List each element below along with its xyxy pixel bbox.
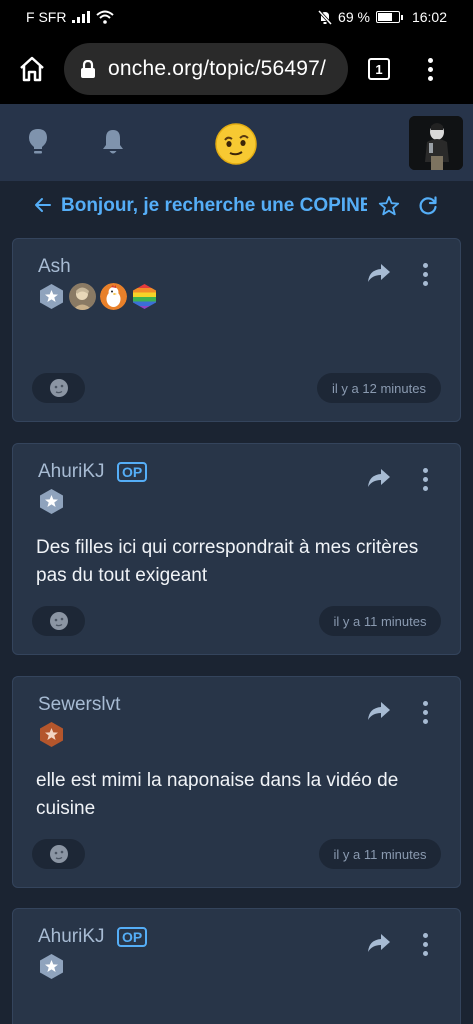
post-menu-button[interactable] [423,263,428,286]
status-left: F SFR [26,9,115,25]
signal-icon [72,11,91,23]
badge-row [38,953,65,980]
smiley-icon [49,379,68,397]
silver-star-badge [38,953,65,980]
rainbow-badge [131,283,158,310]
status-bar: F SFR 69 % 16:02 [0,0,473,34]
tabs-button[interactable]: 1 [368,58,390,80]
share-icon[interactable] [367,701,391,721]
post-timestamp: il y a 11 minutes [319,839,441,869]
silver-star-badge [38,488,65,515]
clock: 16:02 [411,9,447,25]
topic-bar: Bonjour, je recherche une COPINE [0,182,473,232]
post-menu-button[interactable] [423,701,428,724]
badge-row [38,721,65,748]
refresh-icon[interactable] [417,195,439,217]
bell-icon[interactable] [101,128,125,156]
back-arrow-icon[interactable] [34,196,52,214]
url-bar[interactable]: onche.org/topic/56497/ [64,43,348,95]
lightbulb-icon[interactable] [27,128,49,156]
avatar-badge [69,283,96,310]
post-timestamp: il y a 12 minutes [317,373,441,403]
reaction-button[interactable] [32,373,85,403]
url-text: onche.org/topic/56497/ [108,57,327,80]
post-card: AhuriKJ OP [12,908,461,1024]
star-icon[interactable] [378,195,400,217]
op-badge: OP [117,462,148,482]
onche-logo[interactable] [214,122,258,166]
browser-menu-button[interactable] [428,57,433,81]
chicken-badge [100,283,127,310]
post-card: Sewerslvt elle est mimi la naponaise dan… [12,676,461,888]
bronze-star-badge [38,721,65,748]
smiley-icon [49,845,68,863]
post-menu-button[interactable] [423,468,428,491]
post-body: Des filles ici qui correspondrait à mes … [36,537,419,586]
home-button[interactable] [14,51,50,87]
status-right: 69 % 16:02 [318,9,447,25]
badge-row [38,488,65,515]
share-icon[interactable] [367,468,391,488]
wifi-icon [96,10,115,24]
reaction-button[interactable] [32,606,85,636]
post-author[interactable]: Sewerslvt [38,694,120,716]
badge-row [38,283,158,310]
post-author[interactable]: AhuriKJ [38,926,105,948]
post-card: AhuriKJ OP Des filles ici qui correspond… [12,443,461,655]
home-icon [20,56,44,82]
lock-icon [81,59,95,78]
avatar-image [409,116,463,170]
post-author[interactable]: AhuriKJ [38,461,105,483]
post-menu-button[interactable] [423,933,428,956]
post-card: Ash il y a 12 minutes [12,238,461,422]
reaction-button[interactable] [32,839,85,869]
post-body: elle est mimi la naponaise dans la vidéo… [36,770,399,819]
post-author[interactable]: Ash [38,256,71,278]
battery-percent: 69 % [338,9,370,25]
carrier-label: F SFR [26,9,67,25]
battery-icon [375,11,403,23]
share-icon[interactable] [367,263,391,283]
browser-toolbar: onche.org/topic/56497/ 1 [0,34,473,104]
smiley-icon [49,612,68,630]
post-timestamp: il y a 11 minutes [319,606,441,636]
mute-bell-icon [318,9,333,25]
share-icon[interactable] [367,933,391,953]
op-badge: OP [117,927,148,947]
user-avatar[interactable] [409,116,463,170]
topic-title[interactable]: Bonjour, je recherche une COPINE [61,195,367,217]
silver-star-badge [38,283,65,310]
site-header [0,104,473,182]
